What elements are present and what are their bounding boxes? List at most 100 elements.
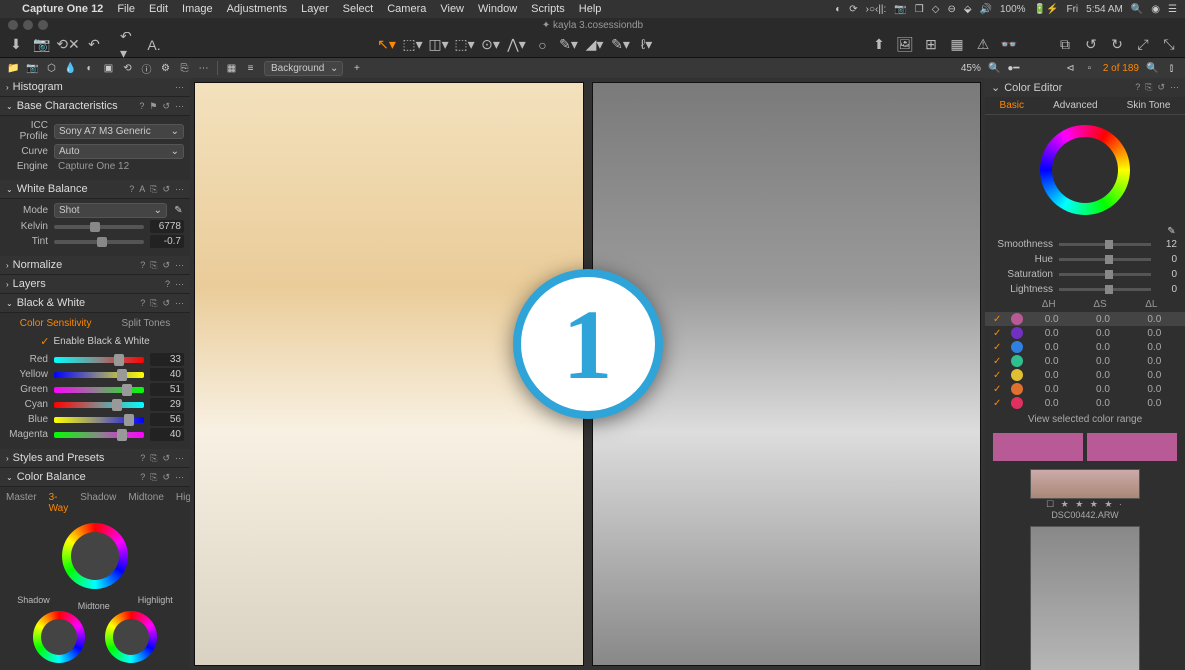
notification-icon[interactable]: ☰ (1168, 4, 1177, 15)
white-balance-header[interactable]: ⌄White Balance ?A⎘↺⋯ (0, 180, 190, 199)
color-row-checkbox[interactable]: ✓ (993, 356, 1005, 367)
loupe-tool-icon[interactable]: ◫▾ (431, 37, 447, 53)
color-range-row[interactable]: ✓ 0.00.00.0 (985, 368, 1185, 382)
crop-tool-icon[interactable]: ⬚▾ (457, 37, 473, 53)
color-range-row[interactable]: ✓ 0.00.00.0 (985, 312, 1185, 326)
view-mode-icon[interactable]: ▦ (226, 63, 237, 74)
bluetooth-icon[interactable]: ❒ (915, 4, 924, 15)
menu-layer[interactable]: Layer (301, 3, 329, 15)
library-tab-icon[interactable]: 📁 (8, 63, 19, 74)
tint-slider[interactable] (54, 240, 144, 244)
bw-yellow-slider[interactable] (54, 372, 144, 378)
hand-tool-icon[interactable]: ⬚▾ (405, 37, 421, 53)
color-range-row[interactable]: ✓ 0.00.00.0 (985, 326, 1185, 340)
lens-tab-icon[interactable]: ⬡ (46, 63, 57, 74)
cb-wheel-shadow[interactable] (33, 611, 85, 663)
warning-icon[interactable]: ⚠ (975, 37, 991, 53)
ce-tab-skin[interactable]: Skin Tone (1127, 100, 1171, 111)
menu-view[interactable]: View (440, 3, 464, 15)
rotate-left-icon[interactable]: ↺ (1083, 37, 1099, 53)
capture-icon[interactable]: 📷 (34, 37, 50, 53)
menu-scripts[interactable]: Scripts (531, 3, 565, 15)
view-range-button[interactable]: View selected color range (985, 410, 1185, 429)
bw-yellow-value[interactable]: 40 (150, 368, 184, 381)
menu-file[interactable]: File (117, 3, 135, 15)
status-icon[interactable]: ◐ (835, 4, 841, 15)
more-tab-icon[interactable]: ⋯ (198, 63, 209, 74)
siri-icon[interactable]: ◉ (1151, 4, 1160, 15)
menu-window[interactable]: Window (478, 3, 517, 15)
auto-adjust-icon[interactable]: A. (146, 37, 162, 53)
cb-wheel-highlight[interactable] (105, 611, 157, 663)
menu-help[interactable]: Help (579, 3, 602, 15)
batch-tab-icon[interactable]: ⎘ (179, 63, 190, 74)
bw-magenta-value[interactable]: 40 (150, 428, 184, 441)
view-list-icon[interactable]: ≡ (245, 63, 256, 74)
zoom-slider[interactable]: ●━ (1008, 63, 1019, 74)
color-row-checkbox[interactable]: ✓ (993, 328, 1005, 339)
color-row-checkbox[interactable]: ✓ (993, 398, 1005, 409)
status-icon[interactable]: 📷 (894, 4, 906, 15)
brush-tool-icon[interactable]: ✎▾ (561, 37, 577, 53)
color-row-checkbox[interactable]: ✓ (993, 314, 1005, 325)
gradient-tool-icon[interactable]: ◢▾ (587, 37, 603, 53)
cursor-tool-icon[interactable]: ↖▾ (379, 37, 395, 53)
color-range-row[interactable]: ✓ 0.00.00.0 (985, 396, 1185, 410)
base-char-header[interactable]: ⌄Base Characteristics ?⚑↺⋯ (0, 97, 190, 116)
grid-view-icon[interactable]: ⊞ (923, 37, 939, 53)
thumb-item[interactable]: ☐ ★ ★ ★ ★ · DSC00443.ARW (1030, 526, 1140, 670)
styles-header[interactable]: ›Styles and Presets ?⎘↺⋯ (0, 449, 190, 468)
bw-green-slider[interactable] (54, 387, 144, 393)
print-icon[interactable]: 🖼 (897, 37, 913, 53)
menu-select[interactable]: Select (343, 3, 374, 15)
histogram-header[interactable]: ›Histogram ⋯ (0, 78, 190, 97)
bw-red-value[interactable]: 33 (150, 353, 184, 366)
menu-adjustments[interactable]: Adjustments (227, 3, 288, 15)
cb-tab-highlight[interactable]: Highlight (176, 492, 190, 514)
adjust-tab-icon[interactable]: ⟲ (122, 63, 133, 74)
bw-header[interactable]: ⌄Black & White ?⎘↺⋯ (0, 294, 190, 313)
background-dropdown[interactable]: Background ⌄ (264, 61, 343, 76)
kelvin-value[interactable]: 6778 (150, 220, 184, 233)
image-viewer[interactable]: 1 (190, 78, 985, 670)
ce-smoothness-slider[interactable] (1059, 243, 1151, 246)
thumbnail-browser[interactable]: ☐ ★ ★ ★ ★ · DSC00442.ARW ☐ ★ ★ ★ ★ · DSC… (985, 465, 1185, 670)
bw-split-tones-tab[interactable]: Split Tones (121, 318, 170, 329)
wb-mode-select[interactable]: Shot ⌄ (54, 203, 167, 218)
normalize-header[interactable]: ›Normalize ?⎘↺⋯ (0, 256, 190, 275)
bw-blue-value[interactable]: 56 (150, 413, 184, 426)
menu-image[interactable]: Image (182, 3, 213, 15)
layers-header[interactable]: ›Layers ?⋯ (0, 275, 190, 294)
curve-select[interactable]: Auto ⌄ (54, 144, 184, 159)
icc-profile-select[interactable]: Sony A7 M3 Generic ⌄ (54, 124, 184, 139)
rotate-right-icon[interactable]: ↻ (1109, 37, 1125, 53)
spot-tool-icon[interactable]: ○ (535, 37, 551, 53)
tint-value[interactable]: -0.7 (150, 235, 184, 248)
ce-lightness-slider[interactable] (1059, 288, 1151, 291)
cb-tab-3way[interactable]: 3-Way (49, 492, 69, 514)
zoom-icon[interactable]: 🔍 (989, 63, 1000, 74)
bw-blue-slider[interactable] (54, 417, 144, 423)
output-tab-icon[interactable]: ⚙ (160, 63, 171, 74)
ce-hue-slider[interactable] (1059, 258, 1151, 261)
metadata-tab-icon[interactable]: ⓘ (141, 63, 152, 74)
search-icon[interactable]: 🔍 (1147, 63, 1158, 74)
status-icon[interactable]: ⟳ (849, 4, 857, 15)
sync-icon[interactable]: ⊖ (947, 4, 955, 15)
undo-icon[interactable]: ↶ (86, 37, 102, 53)
focus-mask-icon[interactable]: 👓 (1001, 37, 1017, 53)
cb-tab-midtone[interactable]: Midtone (128, 492, 164, 514)
color-balance-header[interactable]: ⌄Color Balance ?⎘↺⋯ (0, 468, 190, 487)
keystone-tool-icon[interactable]: ⋀▾ (509, 37, 525, 53)
capture-tab-icon[interactable]: 📷 (27, 63, 38, 74)
eraser-tool-icon[interactable]: ✎▾ (613, 37, 629, 53)
color-range-row[interactable]: ✓ 0.00.00.0 (985, 382, 1185, 396)
status-icon[interactable]: ›○‹||: (866, 4, 887, 15)
color-editor-header[interactable]: ⌄Color Editor ?⎘↺⋯ (985, 78, 1185, 97)
app-name[interactable]: Capture One 12 (22, 3, 103, 15)
cb-wheel-top[interactable] (62, 523, 128, 589)
clipboard-icon[interactable]: ⧉ (1057, 37, 1073, 53)
menu-edit[interactable]: Edit (149, 3, 168, 15)
dropbox-icon[interactable]: ◇ (932, 4, 940, 15)
wifi-icon[interactable]: ⬙ (964, 4, 972, 15)
